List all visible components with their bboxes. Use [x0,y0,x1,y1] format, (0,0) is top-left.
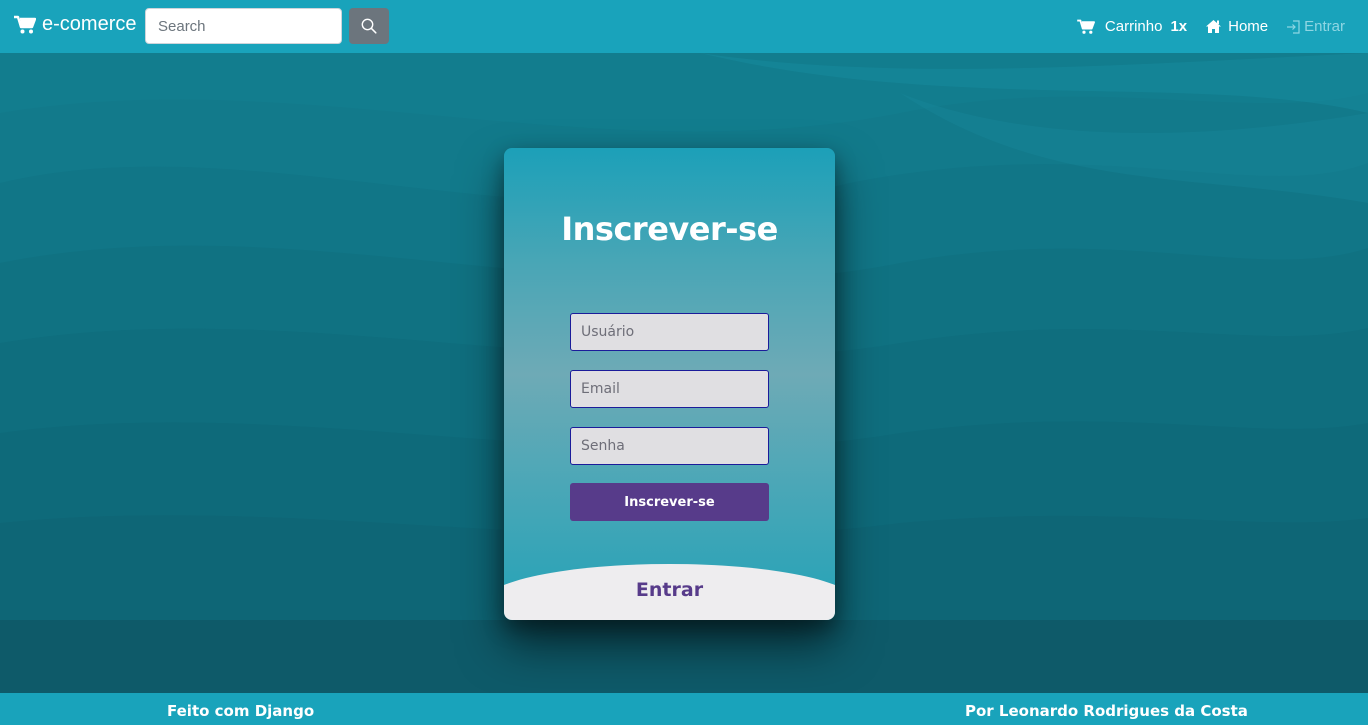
signup-button[interactable]: Inscrever-se [570,483,769,521]
brand-link[interactable]: e-comerce [14,13,136,36]
search-button[interactable] [349,8,389,44]
navbar: e-comerce Carrinho 1x Home [0,0,1368,53]
search-icon [361,18,377,34]
cart-icon [1077,19,1095,34]
cart-link[interactable]: Carrinho 1x [1077,18,1187,35]
signup-title: Inscrever-se [561,210,778,248]
search-input[interactable] [145,8,342,44]
cart-count: 1x [1170,18,1188,35]
footer-band [0,620,1368,693]
login-icon [1287,19,1300,34]
login-label: Entrar [1304,18,1345,35]
footer-credit-django: Feito com Django [167,702,315,720]
signup-card: Inscrever-se Inscrever-se Entrar [504,148,835,620]
username-field[interactable] [570,313,769,351]
nav-right: Carrinho 1x Home Entrar [1059,0,1345,53]
login-link[interactable]: Entrar [1286,18,1345,35]
home-label: Home [1228,18,1269,35]
login-toggle-label[interactable]: Entrar [504,579,835,601]
cart-label: Carrinho [1104,18,1163,35]
footer-author: Por Leonardo Rodrigues da Costa [965,702,1248,720]
footer: Feito com Django Por Leonardo Rodrigues … [0,693,1368,725]
brand-name: e-comerce [42,13,137,35]
home-link[interactable]: Home [1205,18,1268,35]
home-icon [1206,20,1222,33]
cart-icon [14,15,36,33]
password-field[interactable] [570,427,769,465]
email-field[interactable] [570,370,769,408]
